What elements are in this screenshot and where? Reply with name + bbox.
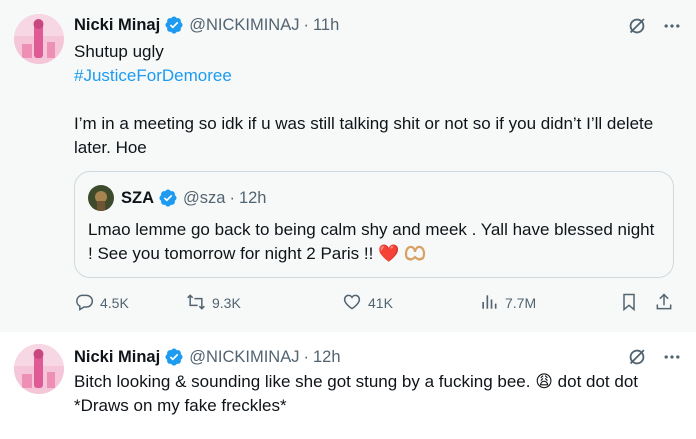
weary-face-emoji: 😩 xyxy=(535,372,553,391)
retweet-count: 9.3K xyxy=(212,295,241,311)
timestamp[interactable]: 12h xyxy=(313,348,341,367)
tweet-header-actions xyxy=(626,345,682,369)
hashtag-link[interactable]: #JusticeForDemoree xyxy=(74,64,682,88)
tweet-text: Bitch looking & sounding like she got st… xyxy=(74,370,682,418)
retweet-button[interactable]: 9.3K xyxy=(186,291,241,315)
bookmark-button[interactable] xyxy=(619,291,639,315)
verified-badge-icon xyxy=(164,347,184,367)
views-icon xyxy=(479,292,499,315)
reply-icon xyxy=(74,292,94,315)
quote-header: SZA @sza · 12h xyxy=(121,186,266,210)
like-button[interactable]: 41K xyxy=(342,291,393,315)
grok-icon[interactable] xyxy=(626,346,648,368)
avatar[interactable] xyxy=(14,14,64,64)
handle[interactable]: @NICKIMINAJ xyxy=(189,16,299,35)
like-count: 41K xyxy=(368,295,393,311)
retweet-icon xyxy=(186,292,206,315)
verified-badge-icon xyxy=(164,15,184,35)
heart-icon xyxy=(342,292,362,315)
share-button[interactable] xyxy=(654,291,674,315)
grok-icon[interactable] xyxy=(626,15,648,37)
avatar[interactable] xyxy=(14,344,64,394)
quote-text-body: Lmao lemme go back to being calm shy and… xyxy=(88,220,655,263)
tweet[interactable]: Nicki Minaj @NICKIMINAJ · 11h Shutup ugl… xyxy=(0,0,696,332)
heart-hands-emoji-icon xyxy=(404,244,426,269)
separator-dot: · xyxy=(229,188,235,207)
avatar[interactable] xyxy=(88,185,114,211)
display-name[interactable]: Nicki Minaj xyxy=(74,348,160,367)
separator-dot: · xyxy=(303,15,309,34)
more-icon[interactable] xyxy=(662,347,682,367)
views-button[interactable]: 7.7M xyxy=(479,291,536,315)
tweet-header: Nicki Minaj @NICKIMINAJ · 12h xyxy=(74,345,341,369)
reply-button[interactable]: 4.5K xyxy=(74,291,129,315)
display-name[interactable]: Nicki Minaj xyxy=(74,16,160,35)
timestamp[interactable]: 11h xyxy=(313,16,339,35)
tweet-header-actions xyxy=(626,14,682,38)
bookmark-icon xyxy=(619,292,639,315)
heart-emoji: ❤️ xyxy=(378,244,400,263)
timestamp: 12h xyxy=(238,188,267,207)
quote-text: Lmao lemme go back to being calm shy and… xyxy=(88,218,661,269)
tweet-text-line: I’m in a meeting so idk if u was still t… xyxy=(74,114,654,157)
display-name: SZA xyxy=(121,188,154,207)
separator-dot: · xyxy=(303,347,309,366)
share-icon xyxy=(654,292,674,315)
reply-count: 4.5K xyxy=(100,295,129,311)
tweet-text-part: Bitch looking & sounding like she got st… xyxy=(74,372,531,391)
tweet-action-bar: 4.5K 9.3K 41K 7.7M xyxy=(74,291,682,315)
view-count: 7.7M xyxy=(505,295,537,311)
tweet-header: Nicki Minaj @NICKIMINAJ · 11h xyxy=(74,13,339,37)
verified-badge-icon xyxy=(158,188,178,208)
tweet-text-line: Shutup ugly xyxy=(74,42,164,61)
handle[interactable]: @NICKIMINAJ xyxy=(189,348,299,367)
quote-tweet[interactable]: SZA @sza · 12h Lmao lemme go back to bei… xyxy=(74,171,674,278)
more-icon[interactable] xyxy=(662,16,682,36)
handle: @sza xyxy=(183,188,226,207)
tweet[interactable]: Nicki Minaj @NICKIMINAJ · 12h Bitch look… xyxy=(0,332,696,439)
